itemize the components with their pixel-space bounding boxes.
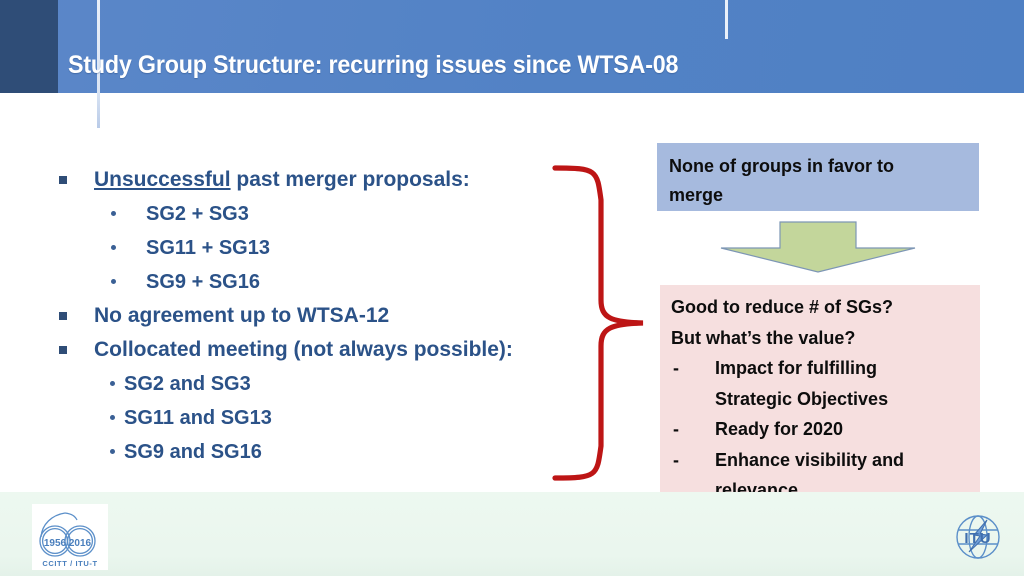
dash-bullet-icon: -: [673, 449, 679, 470]
sub-bullet-sg9-and-sg16: SG9 and SG16: [56, 435, 616, 469]
sub-bullet-sg11-and-sg13: SG11 and SG13: [56, 401, 616, 435]
round-bullet-icon: [111, 245, 116, 250]
pink-dash-item-1: - Impact for fulfilling: [671, 353, 970, 384]
ccitt-itut-60-anniversary-logo-icon: 1956 2016 CCITT / ITU-T: [32, 504, 108, 570]
anniversary-caption: CCITT / ITU-T: [42, 559, 97, 568]
round-bullet-icon: [111, 279, 116, 284]
pink-dash-item-2-label: Ready for 2020: [715, 419, 844, 439]
pink-question-2: But what’s the value?: [671, 327, 856, 348]
callout-value-questions: Good to reduce # of SGs? But what’s the …: [660, 285, 980, 509]
pink-dash-item-1-line1: Impact for fulfilling: [715, 358, 877, 378]
sub-bullet-label: SG9 + SG16: [146, 271, 260, 293]
header-accent-block: [0, 0, 58, 93]
round-bullet-icon: [111, 211, 116, 216]
sub-bullet-label: SG9 and SG16: [124, 441, 262, 463]
sub-bullet-label: SG11 and SG13: [124, 407, 272, 429]
page-title: Study Group Structure: recurring issues …: [68, 51, 679, 79]
pink-dash-item-2: - Ready for 2020: [671, 414, 970, 445]
callout-blue-line2: merge: [669, 185, 724, 205]
round-bullet-icon: [110, 449, 115, 454]
pink-dash-item-3-line1: Enhance visibility and: [715, 449, 905, 470]
round-bullet-icon: [110, 381, 115, 386]
sub-bullet-sg11-sg13: SG11 + SG13: [56, 231, 616, 265]
pink-question-1: Good to reduce # of SGs?: [671, 297, 894, 317]
square-bullet-icon: [59, 312, 67, 320]
anniversary-year-to: 2016: [69, 538, 92, 549]
bullet-item-unsuccessful-proposals: Unsuccessful past merger proposals:: [56, 163, 616, 197]
bullet-item-no-agreement: No agreement up to WTSA-12: [56, 299, 616, 333]
sub-bullet-sg2-sg3: SG2 + SG3: [56, 197, 616, 231]
header-vertical-rule-right: [725, 0, 728, 39]
itu-logo-label: ITU: [964, 530, 991, 547]
sub-bullet-sg2-and-sg3: SG2 and SG3: [56, 367, 616, 401]
slide-footer-band: [0, 492, 1024, 576]
square-bullet-icon: [59, 346, 67, 354]
sub-bullet-label: SG2 + SG3: [146, 203, 249, 225]
round-bullet-icon: [110, 415, 115, 420]
down-arrow-icon: [718, 221, 918, 273]
slide-canvas: Study Group Structure: recurring issues …: [0, 0, 1024, 576]
dash-bullet-icon: -: [673, 358, 679, 378]
dash-bullet-icon: -: [673, 419, 679, 439]
itu-logo-icon: ITU: [947, 506, 1009, 568]
pink-dash-item-3: - Enhance visibility and: [671, 445, 970, 476]
callout-blue-line1: None of groups in favor to: [669, 156, 894, 176]
bullet-list: Unsuccessful past merger proposals: SG2 …: [56, 163, 616, 469]
bullet-underlined-lead: Unsuccessful: [94, 168, 231, 191]
bullet-label: No agreement up to WTSA-12: [94, 304, 390, 327]
pink-dash-item-1-line2: Strategic Objectives: [715, 388, 889, 409]
bullet-text-rest: past merger proposals:: [230, 168, 470, 191]
bullet-label: Collocated meeting (not always possible)…: [94, 338, 513, 361]
square-bullet-icon: [59, 176, 67, 184]
sub-bullet-label: SG2 and SG3: [124, 373, 251, 395]
sub-bullet-label: SG11 + SG13: [146, 237, 270, 259]
anniversary-year-from: 1956: [44, 538, 67, 549]
bullet-item-collocated-meeting: Collocated meeting (not always possible)…: [56, 333, 616, 367]
sub-bullet-sg9-sg16: SG9 + SG16: [56, 265, 616, 299]
callout-none-in-favor: None of groups in favor to merge: [657, 143, 979, 211]
